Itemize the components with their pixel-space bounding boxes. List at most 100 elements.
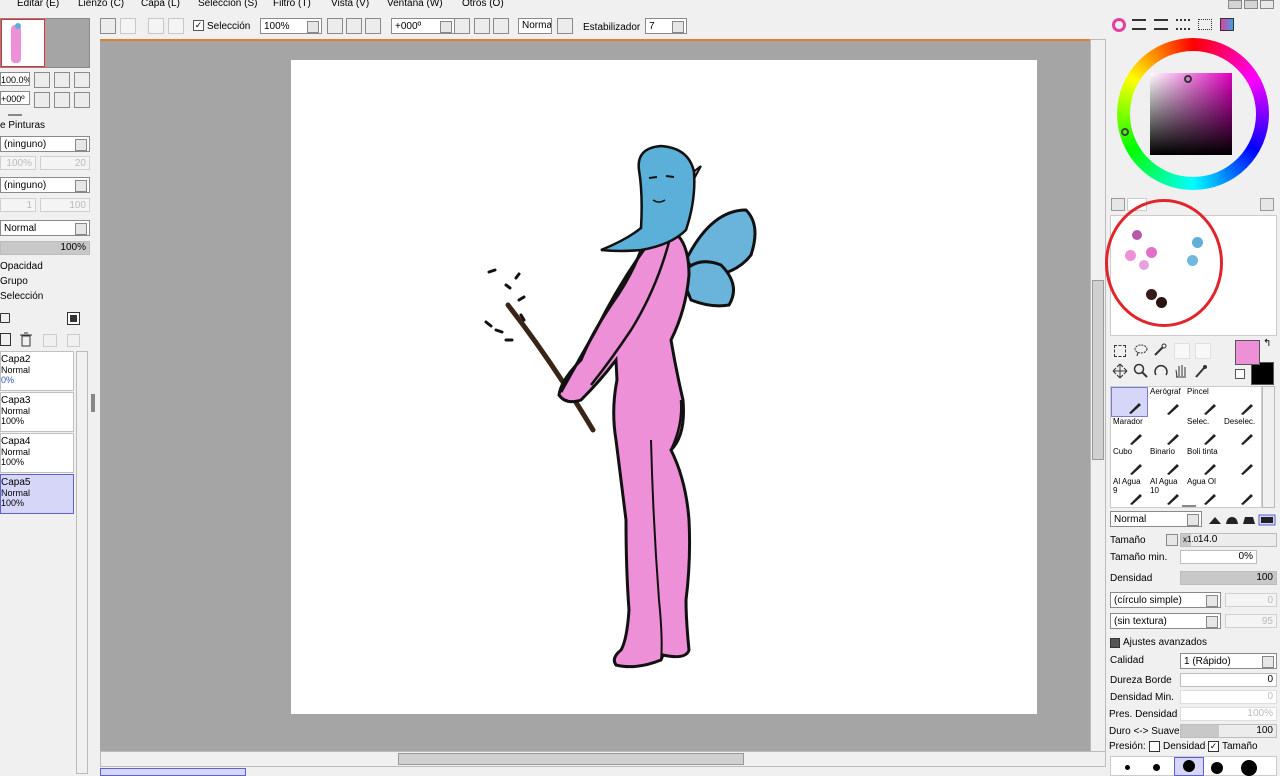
layer-opt-group[interactable]: Grupo xyxy=(0,276,28,288)
layer-item[interactable]: Capa3 Normal 100% xyxy=(0,392,74,432)
brush-preset-dot[interactable] xyxy=(1211,762,1223,774)
nav-zoom-in-button[interactable] xyxy=(54,72,70,88)
zoom-icon[interactable] xyxy=(1133,363,1149,379)
layer-opt-selection[interactable]: Selección xyxy=(0,291,43,303)
layer-blend-select[interactable]: Normal xyxy=(0,220,90,236)
brush-shape-select[interactable]: (círculo simple) xyxy=(1110,592,1221,608)
zoom-out-button[interactable] xyxy=(327,18,343,34)
tool-slot[interactable]: Deselec. xyxy=(1222,417,1259,447)
tool-slot[interactable] xyxy=(1222,447,1259,477)
flip-view-button[interactable] xyxy=(557,18,573,34)
secondary-color-swatch[interactable] xyxy=(1251,362,1274,385)
tool-slot[interactable]: Cubo xyxy=(1111,447,1148,477)
layer-item[interactable]: Capa4 Normal 100% xyxy=(0,433,74,473)
advanced-settings-label[interactable]: Ajustes avanzados xyxy=(1123,637,1207,649)
layer-opt-opacity[interactable]: Opacidad xyxy=(0,261,43,273)
menu-otros[interactable]: Otros (O) xyxy=(462,0,504,9)
swatches-tab-icon[interactable] xyxy=(1198,19,1212,30)
brush-blend-select[interactable]: Normal xyxy=(1110,511,1202,527)
scratchpad-tab-icon[interactable] xyxy=(1220,18,1234,31)
layer-item[interactable]: Capa2 Normal 0% xyxy=(0,351,74,391)
advanced-collapse-icon[interactable] xyxy=(1110,638,1120,648)
canvas-area[interactable] xyxy=(100,39,1106,753)
selection-checkbox[interactable]: ✓ xyxy=(193,20,204,31)
undo-button[interactable] xyxy=(100,18,116,34)
density-slider[interactable]: 100 xyxy=(1180,571,1277,585)
rotate-icon[interactable] xyxy=(1153,363,1169,379)
scratchpad-clear-button[interactable] xyxy=(1111,198,1125,211)
brush-texture-select[interactable]: (sin textura) xyxy=(1110,613,1221,629)
zoom-reset-button[interactable] xyxy=(365,18,381,34)
brush-edge-icons[interactable] xyxy=(1207,514,1277,526)
brush-size-slider[interactable]: x1.0 14.0 xyxy=(1180,533,1277,547)
color-wheel-tab-icon[interactable] xyxy=(1112,18,1126,32)
nav-rotate-reset-button[interactable] xyxy=(74,92,90,108)
min-size-slider[interactable]: 0% xyxy=(1180,550,1257,564)
move-icon[interactable] xyxy=(1112,363,1128,379)
canvas-vscrollbar[interactable] xyxy=(1090,39,1106,753)
maximize-button[interactable] xyxy=(1244,0,1258,9)
menu-capa[interactable]: Capa (L) xyxy=(141,0,180,9)
scratchpad-expand-button[interactable] xyxy=(1260,198,1274,211)
navigator-preview[interactable] xyxy=(0,18,90,68)
navigator-rotation[interactable]: +000º xyxy=(0,91,30,105)
primary-color-swatch[interactable] xyxy=(1235,340,1260,365)
hand-icon[interactable] xyxy=(1173,363,1189,379)
close-button[interactable] xyxy=(1260,0,1274,9)
minimize-button[interactable] xyxy=(1228,0,1242,9)
zoom-in-button[interactable] xyxy=(346,18,362,34)
swap-colors-icon[interactable]: ↰ xyxy=(1263,339,1273,349)
rotation-select[interactable]: +000º xyxy=(391,18,455,34)
menu-lienzo[interactable]: Lienzo (C) xyxy=(78,0,124,9)
redo-button[interactable] xyxy=(120,18,136,34)
tool-slot[interactable] xyxy=(1111,387,1148,417)
quality-select[interactable]: 1 (Rápido) xyxy=(1180,653,1277,669)
brush-preset-dot[interactable] xyxy=(1125,765,1130,770)
tool-slot[interactable]: Marador xyxy=(1111,417,1148,447)
navigator-zoom[interactable]: 100.0% xyxy=(0,72,30,86)
nav-zoom-out-button[interactable] xyxy=(34,72,50,88)
magic-wand-icon[interactable] xyxy=(1153,343,1167,357)
menu-filtro[interactable]: Filtro (T) xyxy=(273,0,311,9)
color-wheel[interactable] xyxy=(1117,38,1269,190)
eyedropper-icon[interactable] xyxy=(1193,363,1209,379)
size-mult-dropdown[interactable] xyxy=(1166,534,1178,546)
tool-slot[interactable] xyxy=(1222,387,1259,417)
tool-slot[interactable]: Agua Ol xyxy=(1185,477,1222,507)
tool-slot[interactable] xyxy=(1148,417,1185,447)
hue-cursor[interactable] xyxy=(1121,128,1129,136)
rotate-right-button[interactable] xyxy=(474,18,490,34)
scratch-pad[interactable] xyxy=(1105,199,1277,336)
menu-seleccion[interactable]: Selección (S) xyxy=(198,0,257,9)
layer-list-scrollbar[interactable] xyxy=(76,351,88,774)
canvas-hscrollbar[interactable] xyxy=(100,751,1106,767)
pressure-density-checkbox[interactable] xyxy=(1149,741,1160,752)
stabilizer-select[interactable]: 7 xyxy=(645,18,687,34)
menu-vista[interactable]: Vista (V) xyxy=(331,0,369,9)
delete-layer-icon[interactable] xyxy=(19,332,33,347)
tool-slot[interactable]: Selec. xyxy=(1185,417,1222,447)
tool-slot[interactable]: Al Agua 9 xyxy=(1111,477,1148,507)
brush-preset-selected[interactable] xyxy=(1174,757,1204,776)
mixer-tab-icon[interactable] xyxy=(1176,19,1190,30)
layer-mask-icon[interactable] xyxy=(67,312,80,325)
canvas-vscroll-thumb[interactable] xyxy=(1092,280,1104,460)
layer-item-selected[interactable]: Capa5 Normal 100% xyxy=(0,474,74,514)
zoom-select[interactable]: 100% xyxy=(260,18,322,34)
tool-slot[interactable]: Boli tinta xyxy=(1185,447,1222,477)
paper-texture-select[interactable]: (ninguno) xyxy=(0,136,90,152)
view-mode-field[interactable]: Normal xyxy=(518,18,552,34)
invert-selection-button[interactable] xyxy=(168,18,184,34)
saturation-value-square[interactable] xyxy=(1150,73,1232,155)
layer-opacity-slider[interactable]: 100% xyxy=(0,241,90,255)
menu-ventana[interactable]: Ventana (W) xyxy=(387,0,443,9)
nav-rotate-left-button[interactable] xyxy=(34,92,50,108)
rect-select-icon[interactable] xyxy=(1114,345,1126,357)
tool-slot[interactable] xyxy=(1222,477,1259,507)
lasso-icon[interactable] xyxy=(1133,343,1149,357)
tool-slot[interactable]: Al Agua 10 xyxy=(1148,477,1185,507)
nav-zoom-reset-button[interactable] xyxy=(74,72,90,88)
canvas-hscroll-thumb[interactable] xyxy=(398,753,744,765)
new-layer-icon[interactable] xyxy=(0,333,11,346)
tool-slot[interactable]: Aerógraf xyxy=(1148,387,1185,417)
